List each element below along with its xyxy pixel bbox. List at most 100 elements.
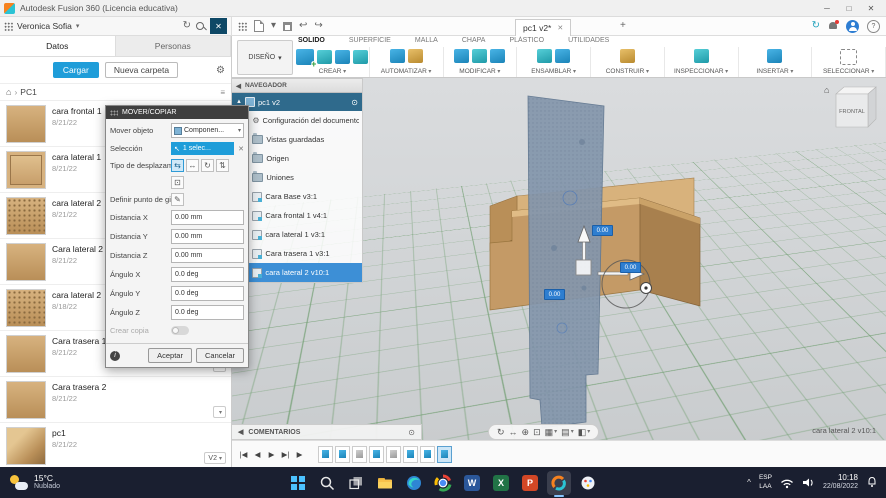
- dimension-badge[interactable]: 0.00: [620, 262, 641, 273]
- clock-widget[interactable]: 10:18 22/08/2022: [823, 473, 858, 492]
- timeline-step-back-button[interactable]: ◀: [252, 450, 263, 459]
- measure-icon[interactable]: [693, 49, 709, 63]
- task-view-button[interactable]: [344, 471, 368, 495]
- start-button[interactable]: [286, 471, 310, 495]
- joint-icon[interactable]: [537, 49, 553, 63]
- dialog-titlebar[interactable]: MOVER/COPIAR: [106, 106, 248, 119]
- apps-grid-icon[interactable]: [4, 21, 13, 31]
- menu-grid-icon[interactable]: [238, 21, 247, 31]
- item-version-dropdown[interactable]: V2: [204, 452, 226, 464]
- group-label-automatizar[interactable]: AUTOMATIZAR: [381, 68, 432, 75]
- group-label-crear[interactable]: CREAR: [319, 68, 346, 75]
- distance-x-input[interactable]: 0.00 mm: [171, 210, 244, 225]
- display-settings-icon[interactable]: ▦: [545, 427, 558, 437]
- timeline-feature[interactable]: [369, 445, 384, 463]
- avatar[interactable]: [846, 19, 859, 33]
- upload-button[interactable]: Cargar: [52, 62, 99, 78]
- tree-node-component[interactable]: cara lateral 1 v3:1: [232, 225, 362, 244]
- timeline-feature[interactable]: [335, 445, 350, 463]
- timeline-play-button[interactable]: ▶: [266, 450, 277, 459]
- tab-personas[interactable]: Personas: [116, 36, 231, 56]
- distance-z-input[interactable]: 0.00 mm: [171, 248, 244, 263]
- press-pull-icon[interactable]: [454, 49, 470, 63]
- ribbon-tab-solido[interactable]: SOLIDO: [298, 37, 325, 44]
- tree-node-joints[interactable]: Uniones: [232, 168, 362, 187]
- word-button[interactable]: W: [460, 471, 484, 495]
- ribbon-tab-chapa[interactable]: CHAPA: [462, 37, 486, 44]
- list-view-icon[interactable]: ≡: [220, 88, 225, 97]
- notifications-bell-icon[interactable]: [828, 19, 839, 32]
- excel-button[interactable]: X: [489, 471, 513, 495]
- list-item[interactable]: pc1 8/21/22 V2: [0, 423, 231, 467]
- drag-grip-icon[interactable]: [110, 109, 118, 116]
- comments-bar[interactable]: ◀ COMENTARIOS ⊙: [232, 424, 422, 440]
- timeline-feature[interactable]: [403, 445, 418, 463]
- group-label-seleccionar[interactable]: SELECCIONAR: [823, 68, 874, 75]
- search-icon[interactable]: [195, 21, 206, 32]
- rotate-button[interactable]: ↻: [201, 159, 214, 172]
- workspace-selector[interactable]: DISEÑO ▾: [237, 40, 293, 75]
- construction-plane-icon[interactable]: [619, 49, 635, 63]
- user-menu[interactable]: Veronica Sofia: [17, 21, 72, 31]
- wifi-icon[interactable]: [780, 477, 794, 489]
- collapse-icon[interactable]: ◀: [238, 428, 243, 436]
- cancel-button[interactable]: Cancelar: [195, 348, 244, 363]
- pan-icon[interactable]: ↔: [509, 427, 518, 437]
- fusion-360-button[interactable]: [547, 470, 571, 497]
- edge-browser-button[interactable]: [402, 471, 426, 495]
- new-folder-button[interactable]: Nueva carpeta: [104, 62, 179, 78]
- paint-button[interactable]: [576, 471, 600, 495]
- powerpoint-button[interactable]: P: [518, 471, 542, 495]
- point-to-point-button[interactable]: ⇅: [216, 159, 229, 172]
- group-label-modificar[interactable]: MODIFICAR: [459, 68, 500, 75]
- viewcube-right-face[interactable]: [867, 86, 877, 128]
- accept-button[interactable]: Aceptar: [148, 348, 192, 363]
- select-tool-icon[interactable]: [840, 49, 858, 65]
- insert-mesh-icon[interactable]: [767, 49, 783, 63]
- minimize-button[interactable]: ─: [816, 0, 838, 16]
- view-cube[interactable]: ⌂ FRONTAL: [822, 82, 880, 136]
- tree-node-saved-views[interactable]: Vistas guardadas: [232, 130, 362, 149]
- ribbon-tab-plastico[interactable]: PLÁSTICO: [509, 37, 544, 44]
- tab-close-icon[interactable]: ✕: [557, 24, 563, 32]
- close-button[interactable]: ✕: [860, 0, 882, 16]
- translate-button[interactable]: ↔: [186, 159, 199, 172]
- new-tab-button[interactable]: +: [620, 20, 626, 31]
- angle-z-input[interactable]: 0.0 deg: [171, 305, 244, 320]
- tree-node-component[interactable]: Cara Base v3:1: [232, 187, 362, 206]
- free-move-button[interactable]: ⇆: [171, 159, 184, 172]
- gear-icon[interactable]: ⚙: [216, 65, 225, 76]
- scripts-icon[interactable]: [389, 49, 405, 63]
- dimension-badge[interactable]: 0.00: [592, 225, 613, 236]
- breadcrumb-folder[interactable]: PC1: [20, 87, 37, 97]
- navigator-root-node[interactable]: ▲ pc1 v2 ⊙: [232, 93, 362, 111]
- group-label-ensamblar[interactable]: ENSAMBLAR: [531, 68, 576, 75]
- save-icon[interactable]: [283, 21, 293, 31]
- new-component-icon[interactable]: [296, 49, 317, 68]
- tab-datos[interactable]: Datos: [0, 36, 116, 56]
- timeline-go-end-button[interactable]: ▶|: [280, 450, 291, 459]
- navigator-header[interactable]: ◀ NAVEGADOR: [232, 79, 362, 93]
- notification-bell-icon[interactable]: [866, 476, 878, 489]
- item-version-dropdown[interactable]: [212, 406, 226, 418]
- selected-panel-cara-lateral-2[interactable]: [527, 95, 605, 429]
- set-pivot-button[interactable]: ✎: [171, 193, 184, 206]
- timeline-feature[interactable]: [386, 445, 401, 463]
- shell-icon[interactable]: [490, 49, 506, 63]
- ribbon-tab-superficie[interactable]: SUPERFICIE: [349, 37, 391, 44]
- fillet-icon[interactable]: [472, 49, 488, 63]
- redo-button[interactable]: ↪: [314, 21, 322, 31]
- volume-icon[interactable]: [802, 476, 815, 489]
- rigid-group-icon[interactable]: [555, 49, 571, 63]
- create-form-icon[interactable]: [353, 50, 369, 64]
- tree-node-origin[interactable]: Origen: [232, 149, 362, 168]
- group-label-construir[interactable]: CONSTRUIR: [606, 68, 649, 75]
- undo-button[interactable]: ↩: [299, 21, 307, 31]
- create-sketch-icon[interactable]: [317, 50, 333, 64]
- timeline-feature[interactable]: [318, 445, 333, 463]
- keyboard-language-indicator[interactable]: ESP LAA: [759, 474, 772, 490]
- zoom-icon[interactable]: ⊕: [522, 427, 530, 437]
- distance-y-input[interactable]: 0.00 mm: [171, 229, 244, 244]
- taskbar-search-button[interactable]: [315, 471, 339, 495]
- home-icon[interactable]: ⌂: [6, 87, 11, 97]
